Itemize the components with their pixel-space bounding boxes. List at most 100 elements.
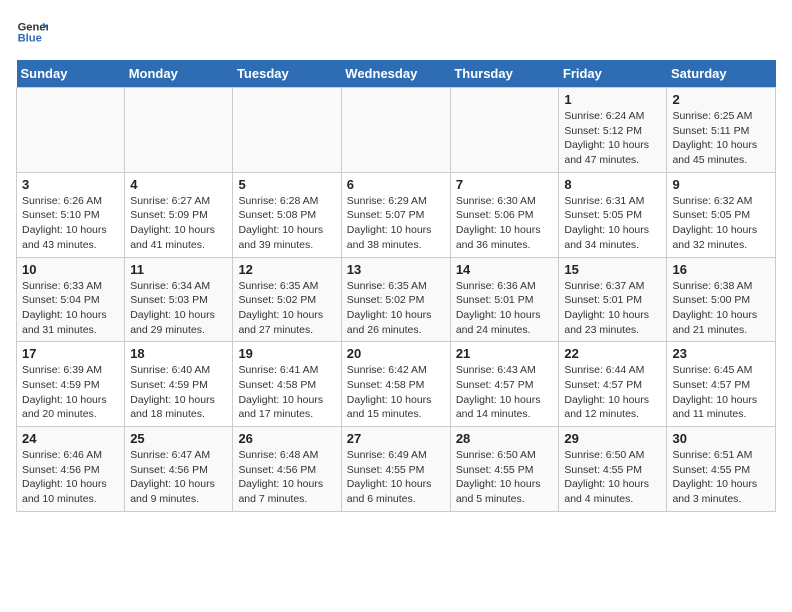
calendar-cell: 24 Sunrise: 6:46 AM Sunset: 4:56 PM Dayli… — [17, 427, 125, 512]
logo: General Blue — [16, 16, 48, 48]
calendar-cell: 14 Sunrise: 6:36 AM Sunset: 5:01 PM Dayli… — [450, 257, 559, 342]
day-number: 9 — [672, 177, 770, 192]
day-number: 28 — [456, 431, 554, 446]
day-info: Sunrise: 6:43 AM Sunset: 4:57 PM Dayligh… — [456, 363, 554, 422]
calendar-cell: 12 Sunrise: 6:35 AM Sunset: 5:02 PM Dayli… — [233, 257, 341, 342]
day-number: 29 — [564, 431, 661, 446]
calendar-cell: 6 Sunrise: 6:29 AM Sunset: 5:07 PM Daylig… — [341, 172, 450, 257]
calendar-cell — [17, 88, 125, 173]
calendar-cell — [125, 88, 233, 173]
weekday-header: Saturday — [667, 60, 776, 88]
day-number: 16 — [672, 262, 770, 277]
day-info: Sunrise: 6:33 AM Sunset: 5:04 PM Dayligh… — [22, 279, 119, 338]
calendar-cell: 30 Sunrise: 6:51 AM Sunset: 4:55 PM Dayli… — [667, 427, 776, 512]
calendar-cell — [450, 88, 559, 173]
weekday-header: Sunday — [17, 60, 125, 88]
day-number: 24 — [22, 431, 119, 446]
calendar-cell: 20 Sunrise: 6:42 AM Sunset: 4:58 PM Dayli… — [341, 342, 450, 427]
day-info: Sunrise: 6:29 AM Sunset: 5:07 PM Dayligh… — [347, 194, 445, 253]
day-number: 12 — [238, 262, 335, 277]
day-info: Sunrise: 6:37 AM Sunset: 5:01 PM Dayligh… — [564, 279, 661, 338]
day-info: Sunrise: 6:32 AM Sunset: 5:05 PM Dayligh… — [672, 194, 770, 253]
day-info: Sunrise: 6:44 AM Sunset: 4:57 PM Dayligh… — [564, 363, 661, 422]
day-number: 7 — [456, 177, 554, 192]
calendar-cell: 26 Sunrise: 6:48 AM Sunset: 4:56 PM Dayli… — [233, 427, 341, 512]
day-info: Sunrise: 6:27 AM Sunset: 5:09 PM Dayligh… — [130, 194, 227, 253]
calendar-cell: 17Sunrise: 6:39 AM Sunset: 4:59 PM Dayli… — [17, 342, 125, 427]
day-number: 13 — [347, 262, 445, 277]
page-header: General Blue — [16, 16, 776, 48]
calendar-cell: 8 Sunrise: 6:31 AM Sunset: 5:05 PM Daylig… — [559, 172, 667, 257]
weekday-header: Tuesday — [233, 60, 341, 88]
day-number: 20 — [347, 346, 445, 361]
calendar-cell: 2Sunrise: 6:25 AM Sunset: 5:11 PM Daylig… — [667, 88, 776, 173]
day-info: Sunrise: 6:26 AM Sunset: 5:10 PM Dayligh… — [22, 194, 119, 253]
day-number: 26 — [238, 431, 335, 446]
day-number: 3 — [22, 177, 119, 192]
calendar-cell: 13 Sunrise: 6:35 AM Sunset: 5:02 PM Dayli… — [341, 257, 450, 342]
calendar-week-row: 24 Sunrise: 6:46 AM Sunset: 4:56 PM Dayli… — [17, 427, 776, 512]
calendar-cell: 9 Sunrise: 6:32 AM Sunset: 5:05 PM Daylig… — [667, 172, 776, 257]
day-info: Sunrise: 6:45 AM Sunset: 4:57 PM Dayligh… — [672, 363, 770, 422]
calendar-cell: 23 Sunrise: 6:45 AM Sunset: 4:57 PM Dayli… — [667, 342, 776, 427]
day-number: 8 — [564, 177, 661, 192]
day-info: Sunrise: 6:36 AM Sunset: 5:01 PM Dayligh… — [456, 279, 554, 338]
calendar-cell: 3 Sunrise: 6:26 AM Sunset: 5:10 PM Daylig… — [17, 172, 125, 257]
day-number: 21 — [456, 346, 554, 361]
day-number: 2 — [672, 92, 770, 107]
calendar-cell — [233, 88, 341, 173]
weekday-header: Monday — [125, 60, 233, 88]
day-number: 30 — [672, 431, 770, 446]
day-info: Sunrise: 6:35 AM Sunset: 5:02 PM Dayligh… — [347, 279, 445, 338]
calendar-cell: 5Sunrise: 6:28 AM Sunset: 5:08 PM Daylig… — [233, 172, 341, 257]
calendar-cell: 18Sunrise: 6:40 AM Sunset: 4:59 PM Dayli… — [125, 342, 233, 427]
day-info: Sunrise: 6:49 AM Sunset: 4:55 PM Dayligh… — [347, 448, 445, 507]
day-info: Sunrise: 6:48 AM Sunset: 4:56 PM Dayligh… — [238, 448, 335, 507]
calendar-cell: 22 Sunrise: 6:44 AM Sunset: 4:57 PM Dayli… — [559, 342, 667, 427]
calendar-cell: 21 Sunrise: 6:43 AM Sunset: 4:57 PM Dayli… — [450, 342, 559, 427]
calendar-cell: 15Sunrise: 6:37 AM Sunset: 5:01 PM Dayli… — [559, 257, 667, 342]
calendar-cell — [341, 88, 450, 173]
day-info: Sunrise: 6:50 AM Sunset: 4:55 PM Dayligh… — [564, 448, 661, 507]
day-info: Sunrise: 6:35 AM Sunset: 5:02 PM Dayligh… — [238, 279, 335, 338]
day-number: 6 — [347, 177, 445, 192]
day-number: 19 — [238, 346, 335, 361]
calendar-cell: 19 Sunrise: 6:41 AM Sunset: 4:58 PM Dayli… — [233, 342, 341, 427]
calendar-week-row: 1Sunrise: 6:24 AM Sunset: 5:12 PM Daylig… — [17, 88, 776, 173]
weekday-header: Friday — [559, 60, 667, 88]
day-number: 27 — [347, 431, 445, 446]
calendar-week-row: 17Sunrise: 6:39 AM Sunset: 4:59 PM Dayli… — [17, 342, 776, 427]
day-info: Sunrise: 6:46 AM Sunset: 4:56 PM Dayligh… — [22, 448, 119, 507]
calendar-cell: 4 Sunrise: 6:27 AM Sunset: 5:09 PM Daylig… — [125, 172, 233, 257]
calendar-week-row: 10Sunrise: 6:33 AM Sunset: 5:04 PM Dayli… — [17, 257, 776, 342]
day-info: Sunrise: 6:34 AM Sunset: 5:03 PM Dayligh… — [130, 279, 227, 338]
day-number: 23 — [672, 346, 770, 361]
day-number: 14 — [456, 262, 554, 277]
logo-icon: General Blue — [16, 16, 48, 48]
day-number: 18 — [130, 346, 227, 361]
day-info: Sunrise: 6:50 AM Sunset: 4:55 PM Dayligh… — [456, 448, 554, 507]
day-info: Sunrise: 6:31 AM Sunset: 5:05 PM Dayligh… — [564, 194, 661, 253]
calendar-cell: 16 Sunrise: 6:38 AM Sunset: 5:00 PM Dayli… — [667, 257, 776, 342]
day-info: Sunrise: 6:39 AM Sunset: 4:59 PM Dayligh… — [22, 363, 119, 422]
calendar-cell: 10Sunrise: 6:33 AM Sunset: 5:04 PM Dayli… — [17, 257, 125, 342]
day-number: 4 — [130, 177, 227, 192]
day-info: Sunrise: 6:47 AM Sunset: 4:56 PM Dayligh… — [130, 448, 227, 507]
day-info: Sunrise: 6:28 AM Sunset: 5:08 PM Dayligh… — [238, 194, 335, 253]
day-info: Sunrise: 6:30 AM Sunset: 5:06 PM Dayligh… — [456, 194, 554, 253]
day-info: Sunrise: 6:51 AM Sunset: 4:55 PM Dayligh… — [672, 448, 770, 507]
day-number: 25 — [130, 431, 227, 446]
svg-text:Blue: Blue — [18, 33, 42, 45]
day-info: Sunrise: 6:38 AM Sunset: 5:00 PM Dayligh… — [672, 279, 770, 338]
day-info: Sunrise: 6:41 AM Sunset: 4:58 PM Dayligh… — [238, 363, 335, 422]
calendar-cell: 29 Sunrise: 6:50 AM Sunset: 4:55 PM Dayli… — [559, 427, 667, 512]
day-info: Sunrise: 6:24 AM Sunset: 5:12 PM Dayligh… — [564, 109, 661, 168]
day-info: Sunrise: 6:42 AM Sunset: 4:58 PM Dayligh… — [347, 363, 445, 422]
weekday-header: Wednesday — [341, 60, 450, 88]
calendar-cell: 25 Sunrise: 6:47 AM Sunset: 4:56 PM Dayli… — [125, 427, 233, 512]
day-number: 11 — [130, 262, 227, 277]
calendar-week-row: 3 Sunrise: 6:26 AM Sunset: 5:10 PM Daylig… — [17, 172, 776, 257]
calendar-header: SundayMondayTuesdayWednesdayThursdayFrid… — [17, 60, 776, 88]
day-number: 22 — [564, 346, 661, 361]
calendar-cell: 1Sunrise: 6:24 AM Sunset: 5:12 PM Daylig… — [559, 88, 667, 173]
